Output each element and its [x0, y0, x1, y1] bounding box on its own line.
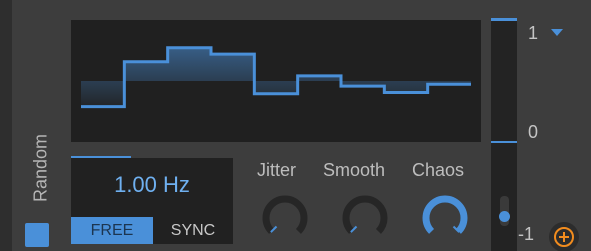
- knob-track: [262, 195, 308, 234]
- add-modulation-button[interactable]: [549, 222, 579, 251]
- knob-track: [342, 195, 388, 234]
- plus-circle-icon: [554, 227, 574, 247]
- free-mode-button[interactable]: FREE: [71, 217, 153, 244]
- smooth-knob[interactable]: [341, 194, 389, 242]
- random-lfo-panel: Random 1.00 Hz FREE SYNC Jitter Smooth C…: [0, 0, 591, 251]
- scale-mid-label: 0: [528, 122, 539, 142]
- smooth-label: Smooth: [323, 160, 386, 180]
- module-title: Random: [21, 118, 61, 218]
- module-title-text: Random: [30, 133, 51, 203]
- depth-handle[interactable]: [499, 211, 510, 222]
- waveform-graph: [81, 46, 471, 109]
- rate-value: 1.00 Hz: [114, 172, 190, 197]
- scale-max-label: 1: [528, 23, 539, 43]
- sync-mode-button[interactable]: SYNC: [153, 217, 233, 244]
- waveform-fill: [81, 47, 471, 107]
- depth-max-line: [491, 18, 517, 21]
- chaos-knob[interactable]: [421, 194, 469, 242]
- depth-center-line: [491, 141, 517, 143]
- scale-min-label: -1: [518, 224, 535, 244]
- jitter-knob[interactable]: [261, 194, 309, 242]
- knob-value-arc: [422, 195, 468, 234]
- chaos-label: Chaos: [412, 160, 465, 180]
- enable-toggle[interactable]: [25, 223, 49, 247]
- jitter-label: Jitter: [257, 160, 297, 180]
- panel-edge: [0, 0, 12, 251]
- triangle-down-icon[interactable]: [551, 29, 563, 36]
- waveform-display[interactable]: [71, 20, 481, 142]
